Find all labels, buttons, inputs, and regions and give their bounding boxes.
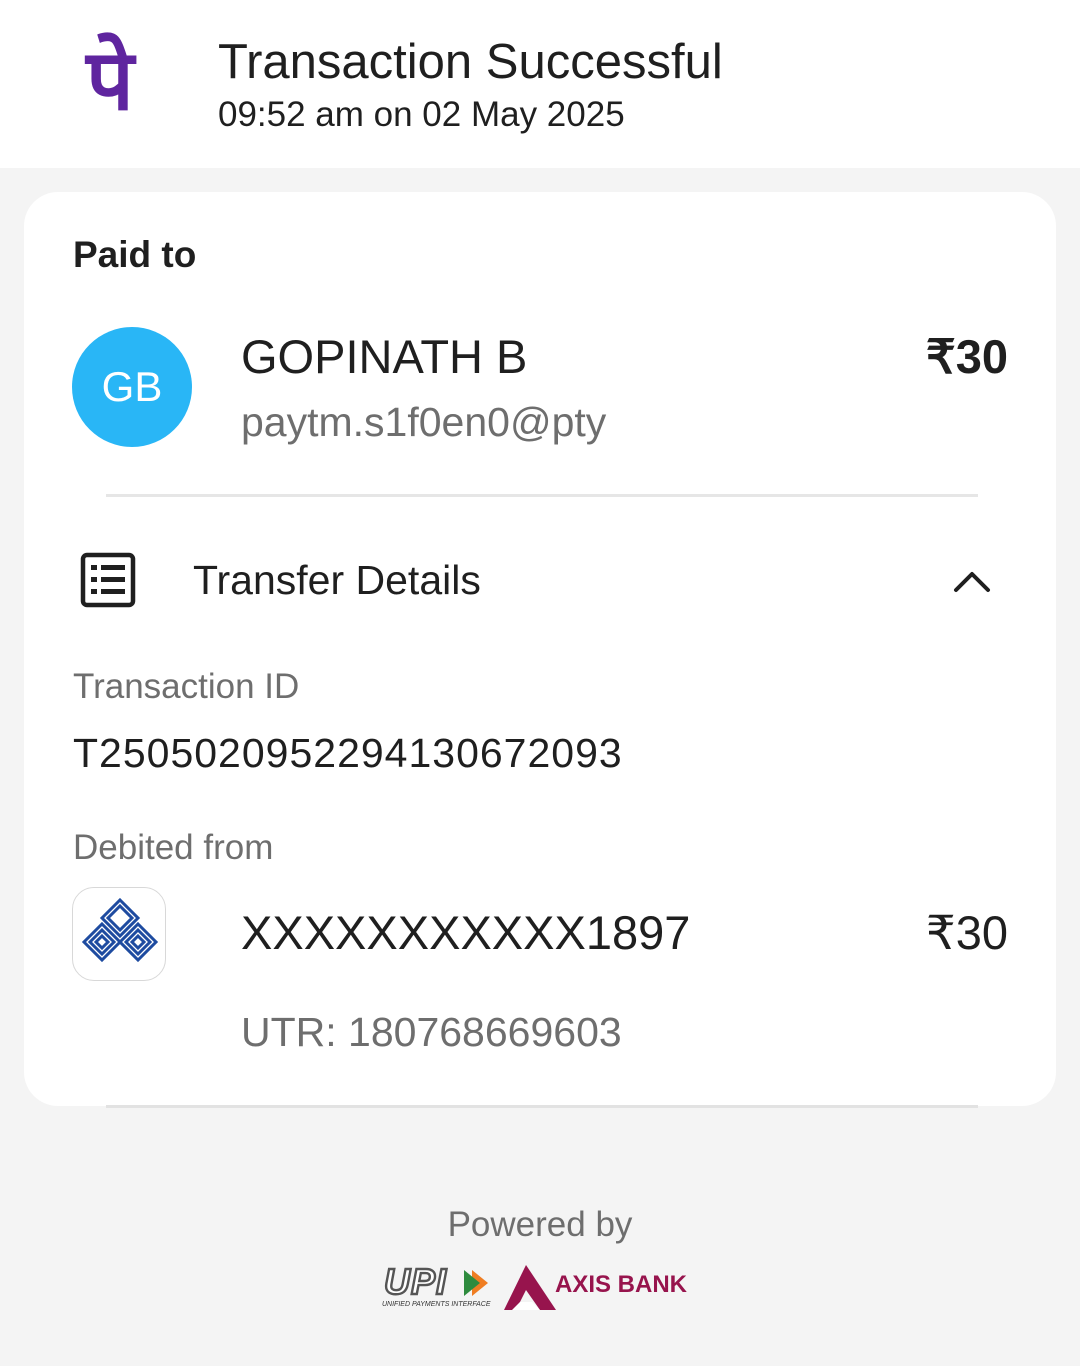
paid-amount: ₹30 [925,330,1008,383]
divider [106,494,978,497]
divider [106,1105,978,1108]
debit-account-number: XXXXXXXXXXX1897 [241,906,691,959]
chevron-up-icon[interactable] [952,562,992,602]
header-bar: पे Transaction Successful 09:52 am on 02… [0,0,1080,168]
axis-bank-logo-icon: AXIS BANK [504,1265,688,1310]
utr-number[interactable]: UTR: 180768669603 [241,1009,622,1056]
phonepe-logo-icon: पे [86,31,134,129]
receipt-list-icon [80,552,136,608]
debited-from-label: Debited from [73,828,274,867]
debit-amount: ₹30 [925,906,1008,959]
bank-emblem-icon [81,897,159,963]
transaction-card: Paid to GB GOPINATH B ₹30 paytm.s1f0en0@… [24,192,1056,1106]
payee-avatar: GB [72,327,192,447]
paid-to-label: Paid to [73,234,197,275]
page-title: Transaction Successful [218,35,723,89]
upi-logo-text: UPI [384,1262,447,1302]
transaction-timestamp: 09:52 am on 02 May 2025 [218,95,625,134]
payee-name: GOPINATH B [241,330,528,383]
upi-logo-icon: UPI UNIFIED PAYMENTS INTERFACE [382,1262,491,1308]
powered-by-label: Powered by [447,1205,633,1244]
partner-logos: UPI UNIFIED PAYMENTS INTERFACE AXIS BANK [382,1262,688,1310]
axis-bank-text: AXIS BANK [555,1271,688,1298]
transaction-id-label: Transaction ID [73,667,300,706]
bank-logo [72,887,166,981]
transfer-details-title[interactable]: Transfer Details [193,557,481,604]
upi-tagline: UNIFIED PAYMENTS INTERFACE [382,1301,491,1308]
transaction-id-value[interactable]: T2505020952294130672093 [73,730,623,777]
payee-vpa: paytm.s1f0en0@pty [241,399,607,445]
